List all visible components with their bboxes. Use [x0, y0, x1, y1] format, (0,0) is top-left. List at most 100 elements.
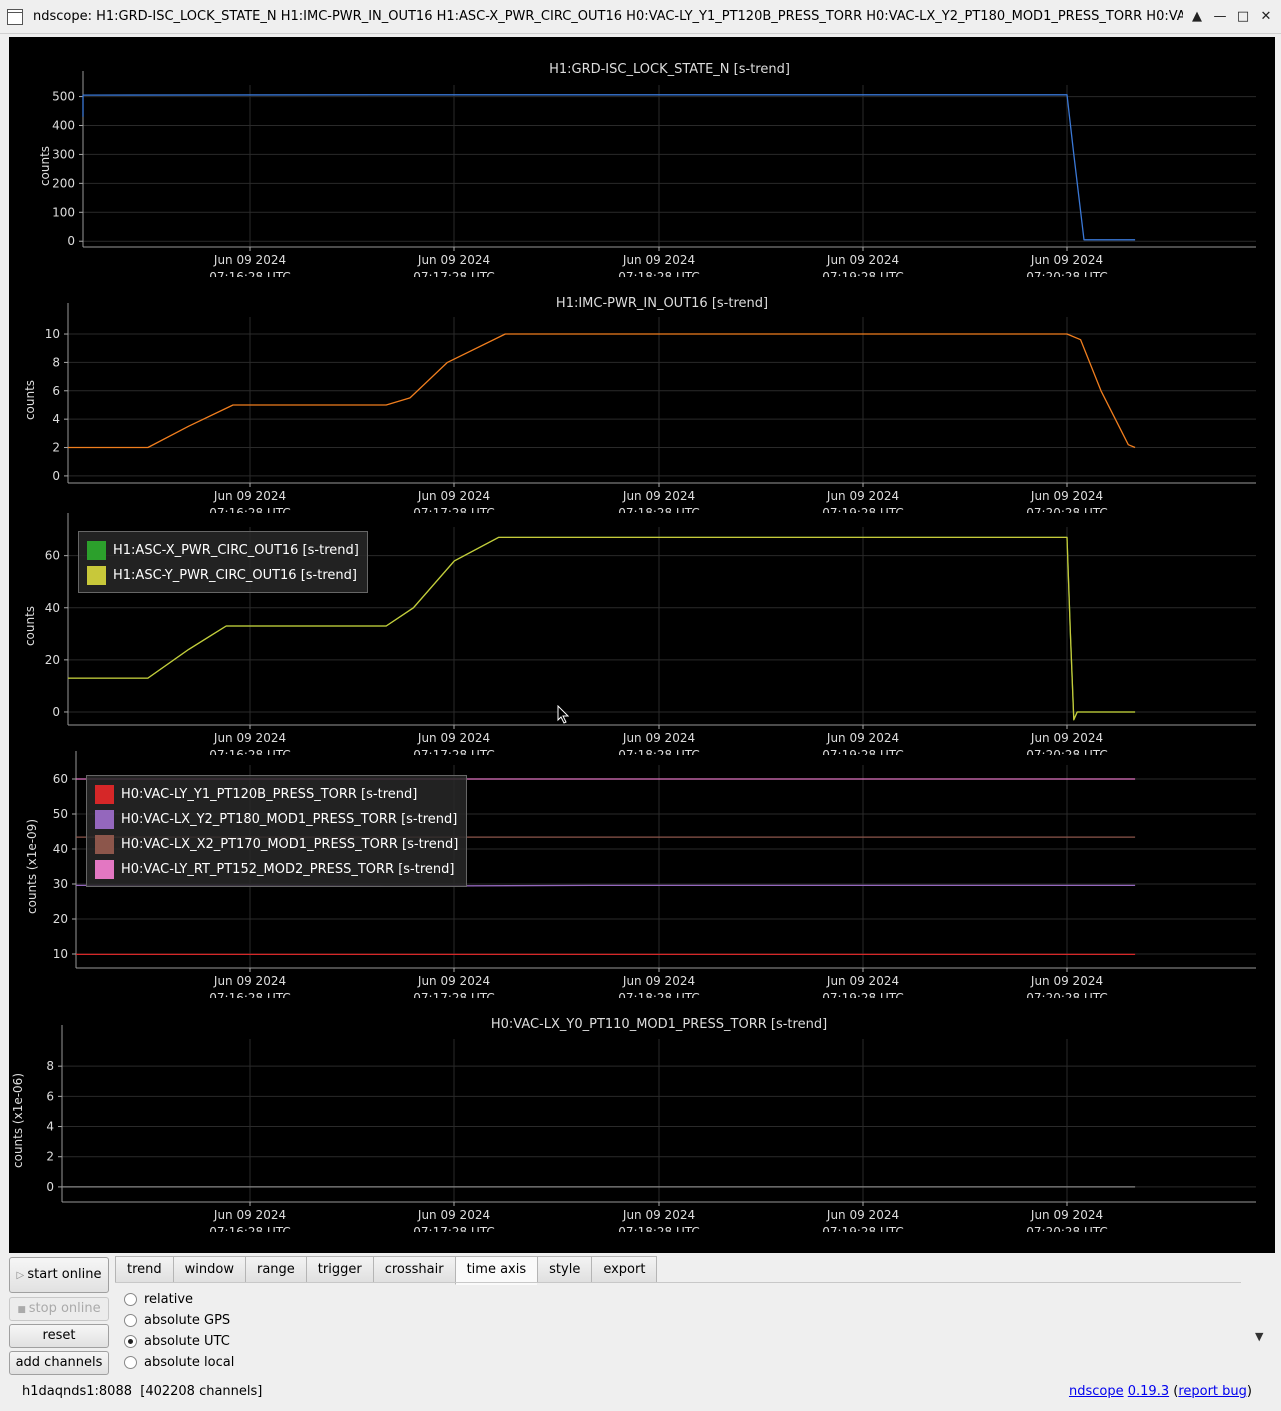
- y-tick-label: 200: [52, 176, 75, 190]
- legend-label: H1:ASC-X_PWR_CIRC_OUT16 [s-trend]: [113, 543, 359, 558]
- x-tick-date-label: Jun 09 2024: [1030, 974, 1103, 988]
- label-clip: [9, 277, 1275, 283]
- collapse-panel-icon[interactable]: ▼: [1255, 1330, 1263, 1343]
- app-window-icon: [7, 9, 23, 25]
- legend-item: H0:VAC-LX_Y2_PT180_MOD1_PRESS_TORR [s-tr…: [95, 807, 458, 832]
- plots-canvas[interactable]: 0100200300400500Jun 09 202407:16:28 UTCJ…: [9, 37, 1275, 1253]
- radio-button-icon: [124, 1355, 137, 1369]
- status-bar: h1daqnds1:8088 [402208 channels]: [22, 1384, 262, 1399]
- tab-divider: [115, 1282, 1241, 1283]
- legend-item: H0:VAC-LX_X2_PT170_MOD1_PRESS_TORR [s-tr…: [95, 832, 458, 857]
- legend-swatch: [95, 785, 114, 804]
- legend-label: H0:VAC-LX_X2_PT170_MOD1_PRESS_TORR [s-tr…: [121, 837, 459, 852]
- y-tick-label: 400: [52, 119, 75, 133]
- radio-label: absolute UTC: [144, 1333, 230, 1349]
- legend-vac: H0:VAC-LY_Y1_PT120B_PRESS_TORR [s-trend]…: [86, 775, 468, 887]
- radio-button-icon: [124, 1292, 137, 1306]
- legend-item: H1:ASC-X_PWR_CIRC_OUT16 [s-trend]: [87, 538, 359, 563]
- x-tick-date-label: Jun 09 2024: [622, 1208, 695, 1222]
- series-line: [82, 94, 1136, 241]
- stop-online-button[interactable]: ■ stop online: [9, 1297, 109, 1321]
- x-tick-date-label: Jun 09 2024: [1030, 253, 1103, 267]
- mouse-cursor-icon: [557, 705, 570, 724]
- plot-title: H1:GRD-ISC_LOCK_STATE_N [s-trend]: [549, 62, 790, 77]
- x-tick-date-label: Jun 09 2024: [213, 253, 286, 267]
- collapse-window-button[interactable]: ▲: [1188, 8, 1206, 26]
- tab-trend[interactable]: trend: [115, 1256, 173, 1283]
- tab-export[interactable]: export: [591, 1256, 658, 1283]
- y-tick-label: 50: [53, 807, 68, 821]
- radio-absolute-gps[interactable]: absolute GPS: [124, 1311, 230, 1329]
- y-tick-label: 2: [46, 1150, 54, 1164]
- stop-icon: ■: [17, 1305, 29, 1315]
- y-tick-label: 0: [52, 705, 60, 719]
- y-axis-label: counts: [23, 606, 37, 646]
- x-tick-date-label: Jun 09 2024: [417, 974, 490, 988]
- title-bar: ndscope: H1:GRD-ISC_LOCK_STATE_N H1:IMC-…: [0, 0, 1281, 34]
- x-tick-date-label: Jun 09 2024: [622, 489, 695, 503]
- add-channels-button[interactable]: add channels: [9, 1351, 109, 1375]
- x-tick-date-label: Jun 09 2024: [622, 731, 695, 745]
- y-tick-label: 6: [46, 1089, 54, 1103]
- x-tick-date-label: Jun 09 2024: [1030, 731, 1103, 745]
- x-tick-date-label: Jun 09 2024: [826, 1208, 899, 1222]
- y-axis-label: counts (x1e-06): [11, 1073, 25, 1168]
- tab-time-axis[interactable]: time axis: [454, 1256, 538, 1285]
- radio-button-icon: [124, 1313, 137, 1327]
- close-button[interactable]: ✕: [1257, 8, 1275, 26]
- y-tick-label: 4: [46, 1120, 54, 1134]
- start-online-button[interactable]: ▷ start online: [9, 1257, 109, 1293]
- y-tick-label: 40: [53, 842, 68, 856]
- x-tick-date-label: Jun 09 2024: [826, 489, 899, 503]
- minimize-button[interactable]: —: [1211, 8, 1229, 26]
- plot-area[interactable]: 0100200300400500Jun 09 202407:16:28 UTCJ…: [9, 37, 1275, 1253]
- x-tick-date-label: Jun 09 2024: [417, 1208, 490, 1222]
- tab-crosshair[interactable]: crosshair: [372, 1256, 455, 1283]
- radio-relative[interactable]: relative: [124, 1290, 193, 1308]
- tab-trigger[interactable]: trigger: [305, 1256, 373, 1283]
- legend-item: H0:VAC-LY_RT_PT152_MOD2_PRESS_TORR [s-tr…: [95, 857, 458, 882]
- y-tick-label: 300: [52, 147, 75, 161]
- version-link[interactable]: 0.19.3: [1128, 1384, 1169, 1399]
- reset-button[interactable]: reset: [9, 1324, 109, 1348]
- y-tick-label: 4: [52, 412, 60, 426]
- y-tick-label: 0: [52, 469, 60, 483]
- tab-style[interactable]: style: [537, 1256, 592, 1283]
- y-axis-label: counts: [38, 146, 52, 186]
- y-tick-label: 60: [45, 549, 60, 563]
- y-tick-label: 10: [45, 327, 60, 341]
- legend-item: H1:ASC-Y_PWR_CIRC_OUT16 [s-trend]: [87, 563, 359, 588]
- label-clip: [9, 998, 1275, 1004]
- radio-label: absolute GPS: [144, 1312, 231, 1328]
- stop-online-label: stop online: [28, 1301, 101, 1316]
- about-links: ndscope 0.19.3 (report bug): [1068, 1384, 1252, 1399]
- legend-swatch: [87, 566, 106, 585]
- legend-swatch: [95, 810, 114, 829]
- legend-swatch: [87, 541, 106, 560]
- label-clip: [9, 755, 1275, 761]
- y-tick-label: 0: [46, 1180, 54, 1194]
- legend-swatch: [95, 860, 114, 879]
- ndscope-link[interactable]: ndscope: [1069, 1384, 1124, 1399]
- y-axis-label: counts (x1e-09): [25, 819, 39, 914]
- x-tick-date-label: Jun 09 2024: [213, 974, 286, 988]
- radio-absolute-local[interactable]: absolute local: [124, 1353, 234, 1371]
- channel-count: [402208 channels]: [140, 1384, 263, 1399]
- x-tick-date-label: Jun 09 2024: [213, 731, 286, 745]
- radio-absolute-utc[interactable]: absolute UTC: [124, 1332, 230, 1350]
- y-tick-label: 10: [53, 947, 68, 961]
- y-tick-label: 500: [52, 90, 75, 104]
- legend-swatch: [95, 835, 114, 854]
- x-tick-date-label: Jun 09 2024: [1030, 1208, 1103, 1222]
- tab-range[interactable]: range: [244, 1256, 306, 1283]
- tab-window[interactable]: window: [172, 1256, 245, 1283]
- y-tick-label: 0: [67, 234, 75, 248]
- y-tick-label: 30: [53, 877, 68, 891]
- x-tick-date-label: Jun 09 2024: [826, 731, 899, 745]
- report-bug-link[interactable]: report bug: [1178, 1384, 1247, 1399]
- server-address: h1daqnds1:8088: [22, 1384, 132, 1399]
- maximize-button[interactable]: □: [1234, 8, 1252, 26]
- radio-label: relative: [144, 1291, 194, 1307]
- y-tick-label: 8: [52, 355, 60, 369]
- window-title: ndscope: H1:GRD-ISC_LOCK_STATE_N H1:IMC-…: [33, 9, 1183, 24]
